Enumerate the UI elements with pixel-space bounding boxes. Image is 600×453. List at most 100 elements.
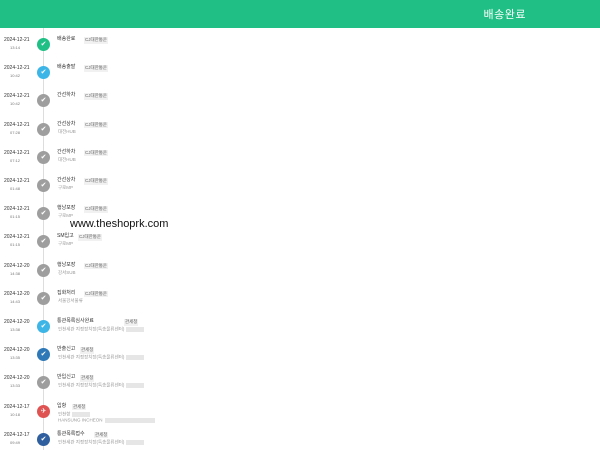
event-date: 2024-12-21 <box>4 149 30 156</box>
event-location: 서울강서물류 <box>58 297 83 304</box>
event-location-text: 인천세관 지정장치장(특송물류센터) <box>58 383 125 389</box>
event-location: 인천세관 지정장치장(특송물류센터) <box>58 383 145 389</box>
watermark: www.theshoprk.com <box>70 218 169 230</box>
event-carrier: CJ대한통운 <box>84 262 109 270</box>
event-location: 대전HUB <box>58 128 76 135</box>
event-carrier: 관세청 <box>80 375 95 382</box>
event-date: 2024-12-17 <box>4 431 30 438</box>
check-icon: ✔ <box>37 207 50 221</box>
event-location-text: 강서SUB <box>58 269 76 275</box>
event-status: 간선상차 <box>57 120 76 127</box>
event-status: 행낭포장 <box>57 205 76 212</box>
event-date: 2024-12-20 <box>4 375 30 382</box>
check-icon: ✔ <box>37 38 50 51</box>
event-status: 반입신고 <box>57 374 76 381</box>
event-location: 구로MP <box>58 185 74 191</box>
event-carrier: 관세청 <box>124 319 139 326</box>
event-carrier: CJ대한통운 <box>84 93 109 100</box>
redacted-block <box>126 439 145 445</box>
event-carrier: 관세청 <box>94 431 109 439</box>
event-time: 13:14 <box>10 45 21 50</box>
event-time: 01:48 <box>10 186 21 191</box>
event-location: 인천세관 지정장치장(특송물류센터) <box>58 439 145 445</box>
timeline-event: 2024-12-17 09:49 ✔ 통관목록접수 관세청 인천세관 지정장치장(특송물류… <box>0 423 600 453</box>
event-date: 2024-12-17 <box>4 403 30 410</box>
event-location: 인천항 <box>58 411 91 417</box>
event-time: 10:42 <box>10 73 21 79</box>
timeline-event: 2024-12-21 10:42 ✔ 간선하차 CJ대한통운 <box>0 84 600 114</box>
redacted-block <box>126 327 145 332</box>
redacted-block <box>72 411 91 417</box>
event-date: 2024-12-20 <box>4 262 30 269</box>
timeline-event: 2024-12-20 13:38 ✔ 통관목록심사완료 관세청 인천세관 지정장치장(특송… <box>0 310 600 340</box>
event-location: 대전HUB <box>58 156 76 163</box>
event-location-text: 인천항 <box>58 411 71 417</box>
check-icon: ✔ <box>37 150 50 164</box>
event-time: 14:43 <box>10 298 21 304</box>
redacted-block <box>126 383 145 389</box>
event-carrier: CJ대한통운 <box>84 121 109 129</box>
check-icon: ✔ <box>37 94 50 108</box>
event-location-text: 구로MP <box>58 185 74 190</box>
event-time: 10:18 <box>10 411 21 417</box>
event-location-text: 구로MP <box>58 241 74 247</box>
event-status: 배송완료 <box>57 36 76 42</box>
event-time: 13:33 <box>10 383 21 389</box>
timeline-event: 2024-12-20 14:43 ✔ 집화처리 CJ대한통운 서울강서물류 <box>0 282 600 312</box>
tracking-timeline: 2024-12-21 13:14 ✔ 배송완료 CJ대한통운 2024-12-21 10:4… <box>0 28 600 450</box>
timeline-event: 2024-12-21 13:14 ✔ 배송완료 CJ대한통운 <box>0 28 600 58</box>
event-location: 강서SUB <box>58 269 76 276</box>
event-date: 2024-12-20 <box>4 290 30 297</box>
plane-icon: ✈ <box>37 404 50 418</box>
event-date: 2024-12-21 <box>4 37 30 43</box>
check-icon: ✔ <box>37 320 50 333</box>
event-status: 입항 <box>57 402 67 409</box>
event-status: 배송출발 <box>57 64 76 71</box>
event-location-text: 인천세관 지정장치장(특송물류센터) <box>58 326 125 332</box>
event-time: 13:38 <box>10 327 21 332</box>
event-time: 07:12 <box>10 157 21 163</box>
check-icon: ✔ <box>37 263 50 277</box>
check-icon: ✔ <box>37 376 50 390</box>
check-icon: ✔ <box>37 291 50 305</box>
event-time: 14:38 <box>10 270 21 276</box>
event-date: 2024-12-21 <box>4 234 30 241</box>
event-time: 01:15 <box>10 214 21 220</box>
event-status: 반출신고 <box>57 346 76 353</box>
event-location-text: 서울강서물류 <box>58 297 83 303</box>
event-location: 인천세관 지정장치장(특송물류센터) <box>58 326 145 332</box>
event-carrier: CJ대한통운 <box>84 37 109 44</box>
timeline-event: 2024-12-20 13:33 ✔ 반입신고 관세청 인천세관 지정장치장(특송물류센터… <box>0 366 600 396</box>
event-location-text: 대전HUB <box>58 156 76 162</box>
event-time: 10:42 <box>10 101 21 107</box>
event-carrier: CJ대한통운 <box>84 206 109 213</box>
check-icon: ✔ <box>37 348 50 362</box>
timeline-event: 2024-12-17 10:18 ✈ 입항 관세청 인천항 HANSUNG INCHEON <box>0 395 600 425</box>
page-title: 배송완료 <box>483 9 526 21</box>
redacted-block <box>126 355 145 361</box>
event-carrier: 관세청 <box>72 403 87 411</box>
event-date: 2024-12-20 <box>4 319 30 325</box>
event-status: 간선하차 <box>57 148 76 155</box>
check-icon: ✔ <box>37 179 50 192</box>
event-status: 통관목록접수 <box>57 430 85 437</box>
event-vessel-text: HANSUNG INCHEON <box>58 417 103 423</box>
event-location-text: 대전HUB <box>58 128 76 134</box>
event-location-text: 인천세관 지정장치장(특송물류센터) <box>58 439 125 445</box>
app-header: 배송완료 <box>0 0 600 28</box>
event-location: 구로MP <box>58 242 73 247</box>
event-status: 집화처리 <box>57 289 76 296</box>
event-status: 간선하차 <box>57 92 76 99</box>
event-time: 07:28 <box>10 129 21 135</box>
event-carrier: CJ대한통운 <box>84 290 109 298</box>
timeline-event: 2024-12-21 07:12 ✔ 간선하차 CJ대한통운대전HUB <box>0 141 600 171</box>
check-icon: ✔ <box>37 432 50 446</box>
event-carrier: CJ대한통운 <box>78 234 103 241</box>
check-icon: ✔ <box>37 122 50 136</box>
event-carrier: CJ대한통운 <box>84 65 109 72</box>
event-carrier: CJ대한통운 <box>84 149 109 157</box>
event-location: 인천세관 지정장치장(특송물류센터) <box>58 354 145 361</box>
event-status: SM입고 <box>57 233 74 240</box>
event-location-text: 인천세관 지정장치장(특송물류센터) <box>58 354 125 360</box>
event-date: 2024-12-21 <box>4 121 30 128</box>
